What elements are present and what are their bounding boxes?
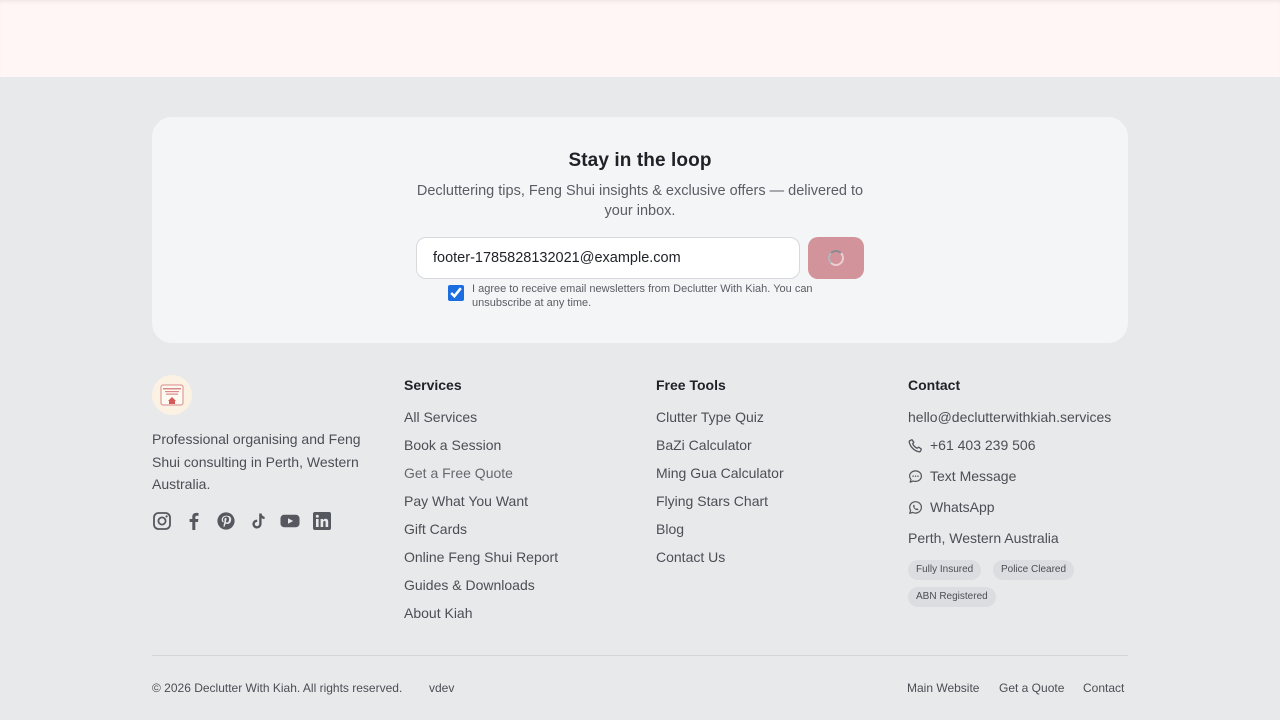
badge-police-cleared: Police Cleared xyxy=(993,560,1075,580)
declutter-with-kiah-logo-icon xyxy=(160,384,184,406)
services-link-book-a-session[interactable]: Book a Session xyxy=(404,437,501,453)
newsletter-title: Stay in the loop xyxy=(568,150,712,171)
contact-heading: Contact xyxy=(908,377,961,393)
services-heading: Services xyxy=(404,377,462,393)
services-link-about-kiah[interactable]: About Kiah xyxy=(404,605,473,621)
whatsapp-icon xyxy=(909,500,923,514)
footer-link-main-website[interactable]: Main Website xyxy=(907,681,979,695)
contact-whatsapp-link[interactable]: WhatsApp xyxy=(908,499,995,515)
brand-tagline: Professional organising and Feng Shui co… xyxy=(152,431,361,492)
youtube-icon[interactable] xyxy=(280,511,300,531)
footer-copyright: © 2026 Declutter With Kiah. All rights r… xyxy=(152,681,403,695)
services-link-get-a-free-quote[interactable]: Get a Free Quote xyxy=(404,465,513,481)
newsletter-subscribe-button[interactable] xyxy=(808,237,864,279)
services-link-pay-what-you-want[interactable]: Pay What You Want xyxy=(404,493,528,509)
contact-phone-link[interactable]: +61 403 239 506 xyxy=(908,437,1036,453)
footer-link-contact[interactable]: Contact xyxy=(1083,681,1124,695)
contact-text-message-link[interactable]: Text Message xyxy=(908,468,1016,484)
tools-link-blog[interactable]: Blog xyxy=(656,521,684,537)
contact-text-message-label: Text Message xyxy=(930,468,1017,484)
services-link-guides-downloads[interactable]: Guides & Downloads xyxy=(404,577,535,593)
contact-phone-text: +61 403 239 506 xyxy=(930,437,1036,453)
phone-icon xyxy=(908,438,922,452)
newsletter-consent-checkbox[interactable] xyxy=(448,285,464,301)
badge-fully-insured: Fully Insured xyxy=(908,560,982,580)
footer-link-get-a-quote[interactable]: Get a Quote xyxy=(999,681,1064,695)
tools-link-bazi-calculator[interactable]: BaZi Calculator xyxy=(656,437,752,453)
footer-divider xyxy=(152,655,1128,656)
services-link-online-feng-shui-report[interactable]: Online Feng Shui Report xyxy=(404,549,558,565)
loading-spinner-icon xyxy=(828,250,844,266)
tools-link-flying-stars-chart[interactable]: Flying Stars Chart xyxy=(656,493,768,509)
newsletter-subtitle: Decluttering tips, Feng Shui insights & … xyxy=(416,183,864,219)
tools-link-ming-gua-calculator[interactable]: Ming Gua Calculator xyxy=(656,465,784,481)
services-link-all-services[interactable]: All Services xyxy=(404,409,477,425)
instagram-icon[interactable] xyxy=(152,511,172,531)
contact-location: Perth, Western Australia xyxy=(908,530,1059,546)
facebook-icon[interactable] xyxy=(184,511,204,531)
contact-whatsapp-label: WhatsApp xyxy=(930,499,995,515)
services-link-gift-cards[interactable]: Gift Cards xyxy=(404,521,467,537)
contact-email-link[interactable]: hello@declutterwithkiah.services xyxy=(908,409,1111,425)
linkedin-icon[interactable] xyxy=(312,511,332,531)
badge-abn-registered: ABN Registered xyxy=(908,587,996,607)
footer-version: vdev xyxy=(429,681,455,695)
chat-bubble-icon xyxy=(908,469,923,483)
brand-logo[interactable] xyxy=(152,375,192,415)
pinterest-icon[interactable] xyxy=(216,511,236,531)
tools-link-clutter-type-quiz[interactable]: Clutter Type Quiz xyxy=(656,409,764,425)
page-section-top xyxy=(0,0,1280,77)
newsletter-consent-label: I agree to receive email newsletters fro… xyxy=(472,283,813,309)
tiktok-icon[interactable] xyxy=(248,511,268,531)
newsletter-card: Stay in the loop Decluttering tips, Feng… xyxy=(152,117,1128,343)
tools-link-contact-us[interactable]: Contact Us xyxy=(656,549,725,565)
newsletter-email-input[interactable] xyxy=(416,237,800,279)
free-tools-heading: Free Tools xyxy=(656,377,726,393)
